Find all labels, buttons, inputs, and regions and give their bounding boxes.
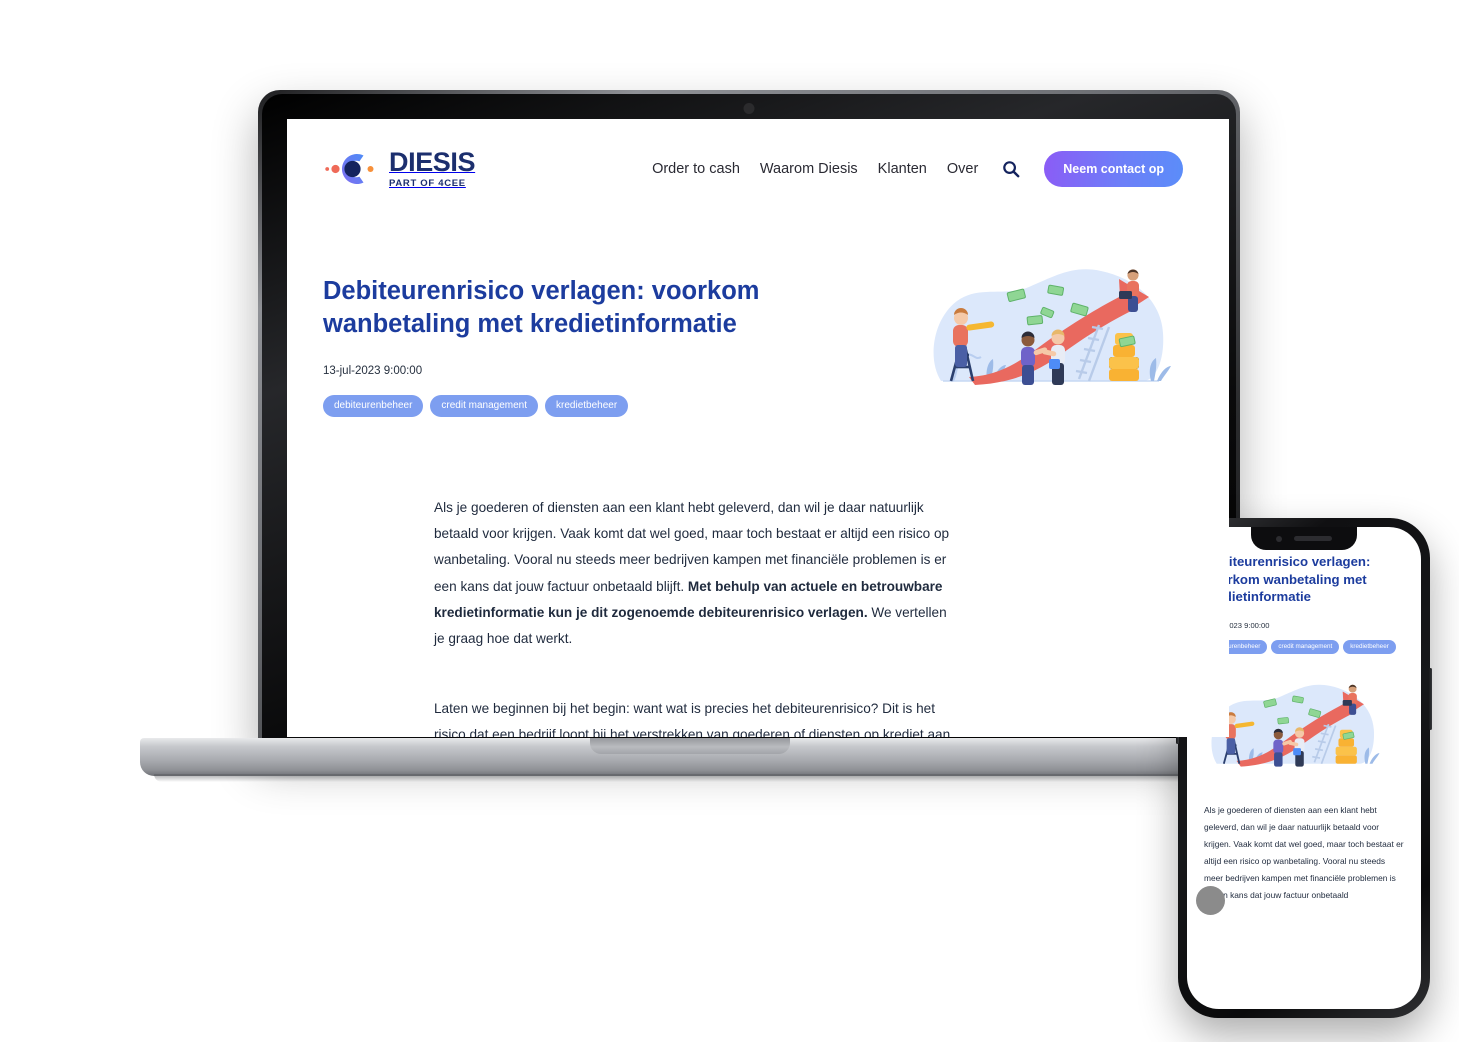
brand-logo[interactable]: DIESIS PART OF 4CEE <box>323 145 476 193</box>
laptop-lid: DIESIS PART OF 4CEE Order to cash Waarom… <box>258 90 1240 748</box>
neem-contact-op-button[interactable]: Neem contact op <box>1044 151 1183 187</box>
nav-link-waarom-diesis[interactable]: Waarom Diesis <box>760 161 858 177</box>
site-header: DIESIS PART OF 4CEE Order to cash Waarom… <box>287 119 1229 193</box>
laptop-base-shadow <box>154 774 1226 782</box>
search-icon[interactable] <box>1001 159 1021 179</box>
phone-notch <box>1251 527 1357 550</box>
diesis-c-logo-icon <box>323 145 381 193</box>
website-page: DIESIS PART OF 4CEE Order to cash Waarom… <box>287 119 1229 737</box>
chat-widget-icon[interactable] <box>1196 886 1225 915</box>
phone-power-button[interactable] <box>1429 668 1432 730</box>
mobile-tag-credit-management[interactable]: credit management <box>1271 639 1340 654</box>
mobile-tag-list: debiteurenbeheer credit management kredi… <box>1204 639 1404 654</box>
growth-arrow-people-illustration <box>923 263 1183 417</box>
laptop-mockup: DIESIS PART OF 4CEE Order to cash Waarom… <box>140 90 1240 810</box>
nav-link-klanten[interactable]: Klanten <box>878 161 927 177</box>
paragraph-definition: Laten we beginnen bij het begin: want wa… <box>434 700 951 737</box>
mobile-paragraph-intro: Als je goederen of diensten aan een klan… <box>1204 804 1404 900</box>
front-camera-icon <box>1276 535 1282 542</box>
main-nav: Order to cash Waarom Diesis Klanten Over… <box>652 151 1183 187</box>
paragraph-intro: Als je goederen of diensten aan een klan… <box>434 495 952 652</box>
laptop-base-notch <box>590 738 790 754</box>
laptop-screen: DIESIS PART OF 4CEE Order to cash Waarom… <box>287 119 1229 737</box>
webcam-icon <box>743 103 755 114</box>
tag-kredietbeheer[interactable]: kredietbeheer <box>545 395 629 418</box>
brand-name: DIESIS <box>389 147 476 178</box>
page-title: Debiteurenrisico verlagen: voorkom wanbe… <box>323 277 760 339</box>
nav-link-order-to-cash[interactable]: Order to cash <box>652 161 740 177</box>
tag-list: debiteurenbeheer credit management kredi… <box>323 395 743 418</box>
earpiece-speaker-icon <box>1294 536 1332 541</box>
mobile-page-title: Debiteurenrisico verlagen: voorkom wanbe… <box>1204 554 1371 605</box>
tag-credit-management[interactable]: credit management <box>430 395 539 418</box>
tag-debiteurenbeheer[interactable]: debiteurenbeheer <box>323 395 424 418</box>
article-body: Als je goederen of diensten aan een klan… <box>287 417 1229 737</box>
article-header: Debiteurenrisico verlagen: voorkom wanbe… <box>287 193 1229 418</box>
mobile-growth-arrow-people-illustration <box>1204 680 1404 776</box>
mobile-tag-kredietbeheer[interactable]: kredietbeheer <box>1343 639 1396 654</box>
brand-tagline: PART OF 4CEE <box>389 178 466 190</box>
post-date: 13-jul-2023 9:00:00 <box>323 365 423 378</box>
nav-link-over[interactable]: Over <box>947 161 978 177</box>
mobile-post-date: 13-jul-2023 9:00:00 <box>1204 620 1270 630</box>
